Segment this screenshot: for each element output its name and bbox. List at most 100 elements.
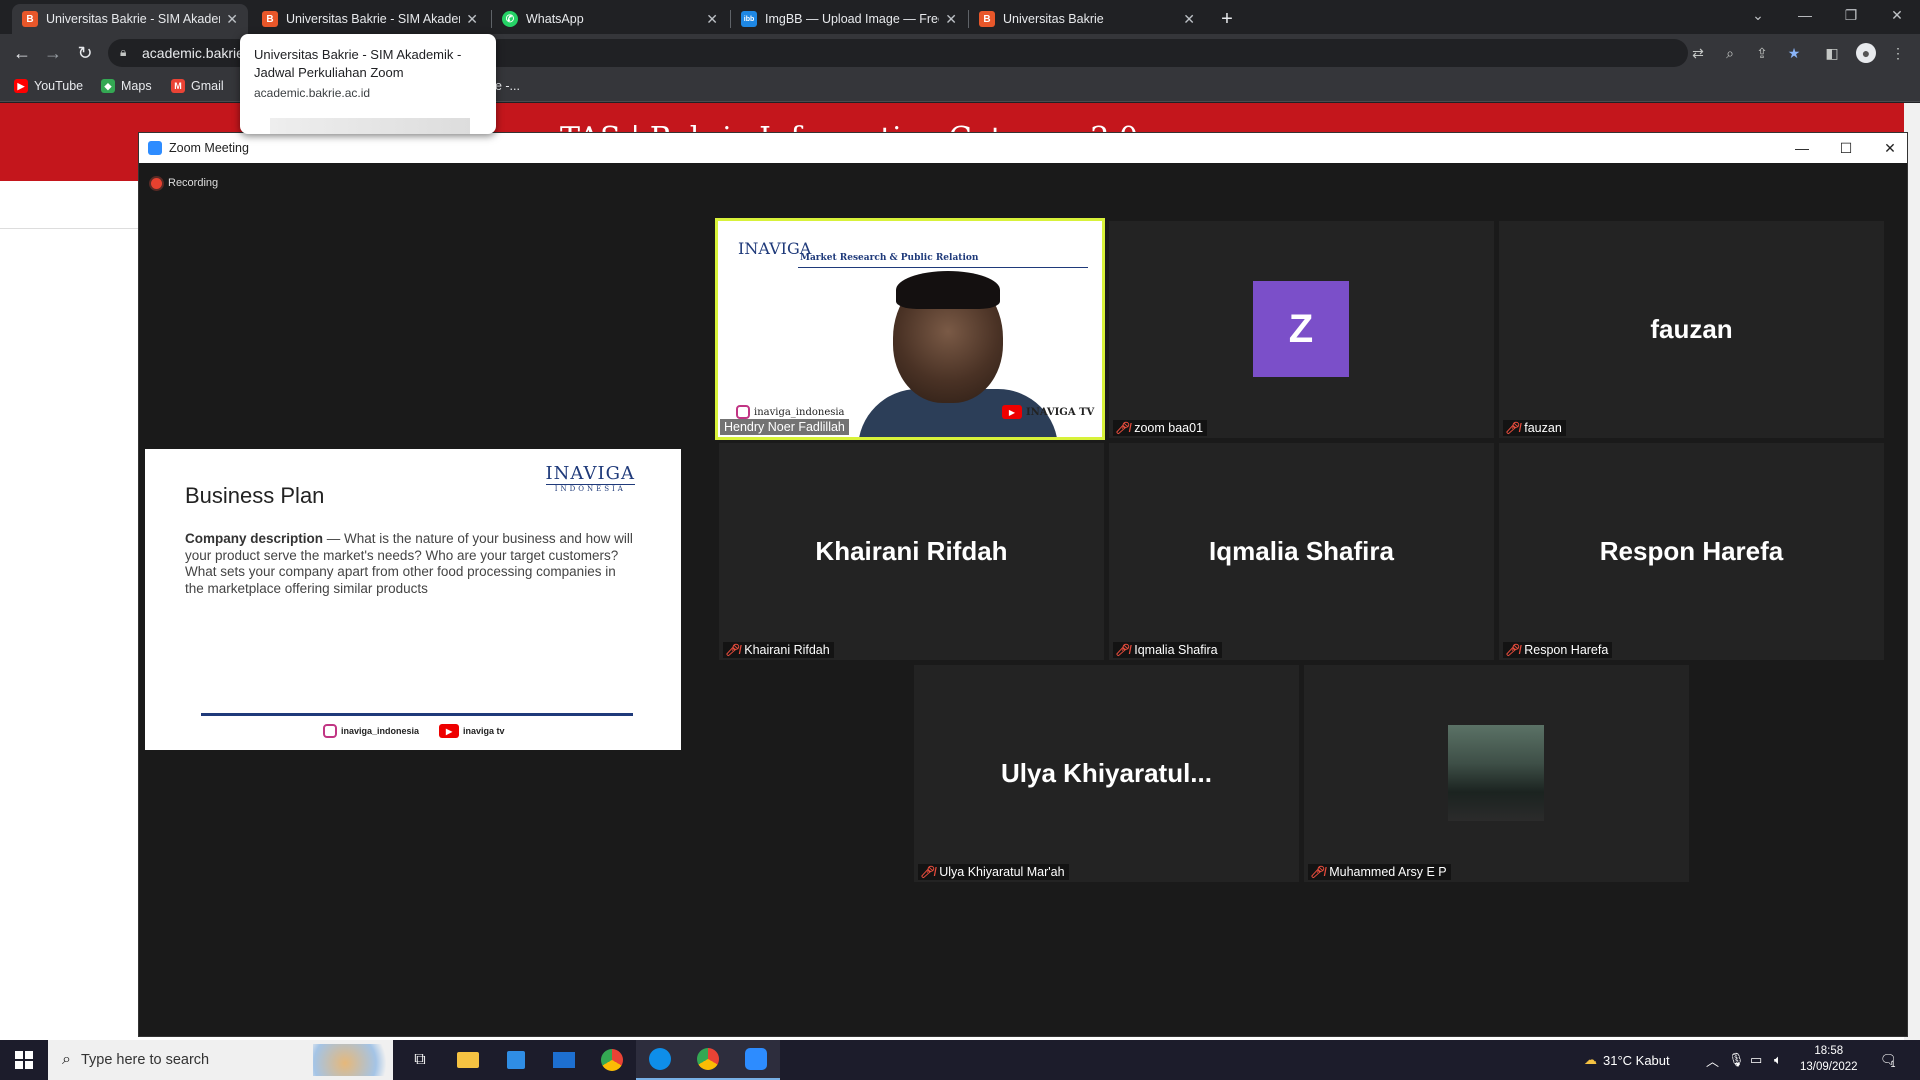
virtual-bg-line xyxy=(798,267,1088,268)
participant-tile[interactable]: Khairani Rifdah 🎤︎̸ Khairani Rifdah xyxy=(719,443,1104,660)
participant-name: fauzan xyxy=(1524,421,1562,435)
teamviewer-icon[interactable] xyxy=(636,1040,684,1080)
bookmark-maps[interactable]: ◆ Maps xyxy=(101,79,152,93)
recording-indicator[interactable]: Recording xyxy=(151,177,218,189)
youtube-icon: ▶ xyxy=(1002,405,1022,419)
zoom-meeting-window: Zoom Meeting — ☐ ✕ Recording Business Pl… xyxy=(138,132,1908,1037)
slide-title: Business Plan xyxy=(185,483,325,508)
zoom-maximize-icon[interactable]: ☐ xyxy=(1831,137,1861,159)
slide-footer: inaviga_indonesia ▶ inaviga tv xyxy=(323,724,505,738)
speaker-name-label: Hendry Noer Fadlillah xyxy=(720,419,849,435)
back-arrow-icon[interactable]: ← xyxy=(10,41,34,65)
browser-tab-strip: B Universitas Bakrie - SIM Akademik ✕ B … xyxy=(0,0,1920,34)
participant-name: Iqmalia Shafira xyxy=(1134,643,1218,657)
bookmark-youtube[interactable]: ▶ YouTube xyxy=(14,79,83,93)
windows-start-icon[interactable] xyxy=(0,1040,48,1080)
menu-kebab-icon[interactable]: ⋮ xyxy=(1888,43,1908,63)
search-placeholder: Type here to search xyxy=(80,1052,210,1068)
participant-name: Muhammed Arsy E P xyxy=(1329,865,1447,879)
bookmark-label: Maps xyxy=(121,79,152,93)
zoom-app-icon[interactable] xyxy=(732,1040,780,1080)
participant-display-name: Ulya Khiyaratul... xyxy=(1001,758,1212,788)
restore-icon[interactable]: ❐ xyxy=(1828,0,1874,30)
plus-icon: + xyxy=(1221,7,1233,30)
clock-date: 13/09/2022 xyxy=(1800,1061,1858,1073)
zoom-close-icon[interactable]: ✕ xyxy=(1875,137,1905,159)
slide-body-bold: Company description xyxy=(185,531,324,546)
weather-text: 31°C Kabut xyxy=(1603,1052,1670,1068)
microphone-icon[interactable]: 🎙︎ xyxy=(1728,1040,1745,1080)
mic-muted-icon: 🎤︎̸ xyxy=(1115,643,1131,657)
participant-display-name: fauzan xyxy=(1650,314,1733,344)
bookmark-label: Gmail xyxy=(191,79,224,93)
tab-title: Universitas Bakrie - SIM Akademik xyxy=(286,12,461,26)
youtube-icon: ▶ xyxy=(439,724,460,738)
tab-universitas-bakrie[interactable]: B Universitas Bakrie ✕ xyxy=(969,4,1205,34)
recording-dot-icon xyxy=(151,177,162,189)
close-tab-icon[interactable]: ✕ xyxy=(466,11,478,28)
share-icon[interactable]: ⇪ xyxy=(1752,43,1772,63)
mic-muted-icon: 🎤︎̸ xyxy=(920,865,936,879)
network-icon[interactable]: ▭ xyxy=(1750,1040,1762,1080)
tab-search-icon[interactable]: ⌄ xyxy=(1735,0,1781,30)
chrome-icon[interactable] xyxy=(588,1040,636,1080)
bookmark-star-icon[interactable]: ★ xyxy=(1784,43,1804,63)
microsoft-store-icon[interactable] xyxy=(492,1040,540,1080)
taskbar-search-box[interactable]: ⌕ Type here to search xyxy=(48,1040,393,1080)
close-window-icon[interactable]: ✕ xyxy=(1874,0,1920,30)
task-view-icon[interactable]: ⧉ xyxy=(396,1040,444,1080)
participant-tile[interactable]: Z 🎤︎̸ zoom baa01 xyxy=(1109,221,1494,438)
notification-center-icon[interactable]: 🗨︎ 1 xyxy=(1880,1040,1897,1080)
zoom-minimize-icon[interactable]: — xyxy=(1787,137,1817,159)
tab-imgbb[interactable]: ibb ImgBB — Upload Image — Free ✕ xyxy=(731,4,967,34)
tab-sim-akademik-2[interactable]: B Universitas Bakrie - SIM Akademik ✕ xyxy=(252,4,488,34)
participant-tile[interactable]: fauzan 🎤︎̸ fauzan xyxy=(1499,221,1884,438)
search-highlight-art xyxy=(313,1044,393,1076)
forward-arrow-icon[interactable]: → xyxy=(41,41,65,65)
bookmark-label: YouTube xyxy=(34,79,84,93)
youtube-icon: ▶ xyxy=(14,79,28,93)
participant-tile[interactable]: Ulya Khiyaratul... 🎤︎̸ Ulya Khiyaratul Ma… xyxy=(914,665,1299,882)
close-tab-icon[interactable]: ✕ xyxy=(945,11,957,28)
slide-footer-instagram: inaviga_indonesia xyxy=(341,726,420,736)
minimize-icon[interactable]: — xyxy=(1782,0,1828,30)
participant-label: 🎤︎̸ zoom baa01 xyxy=(1113,420,1208,436)
participant-name: Ulya Khiyaratul Mar'ah xyxy=(939,865,1065,879)
tab-title: Universitas Bakrie xyxy=(1003,12,1104,26)
bakrie-favicon-icon: B xyxy=(262,11,278,27)
close-tab-icon[interactable]: ✕ xyxy=(226,11,238,28)
participant-tile[interactable]: 🎤︎̸ Muhammed Arsy E P xyxy=(1304,665,1689,882)
translate-icon[interactable]: ⇄ xyxy=(1688,43,1708,63)
mail-icon[interactable] xyxy=(540,1040,588,1080)
participant-name: Respon Harefa xyxy=(1524,643,1609,657)
virtual-bg-instagram-text: inaviga_indonesia xyxy=(754,406,845,418)
reload-icon[interactable]: ↻ xyxy=(73,41,97,65)
tab-sim-akademik-1[interactable]: B Universitas Bakrie - SIM Akademik ✕ xyxy=(12,4,248,34)
zoom-icon[interactable]: ⌕ xyxy=(1720,43,1740,63)
logo-text: INAVIGA xyxy=(545,463,635,484)
imgbb-favicon-icon: ibb xyxy=(741,11,757,27)
profile-avatar[interactable]: ● xyxy=(1856,43,1876,63)
file-explorer-icon[interactable] xyxy=(444,1040,492,1080)
participant-tile[interactable]: Respon Harefa 🎤︎̸ Respon Harefa xyxy=(1499,443,1884,660)
volume-icon[interactable]: 🔈︎ xyxy=(1774,1040,1782,1080)
search-icon: ⌕ xyxy=(62,1051,71,1068)
bookmark-gmail[interactable]: M Gmail xyxy=(171,79,224,93)
participant-tile[interactable]: Iqmalia Shafira 🎤︎̸ Iqmalia Shafira xyxy=(1109,443,1494,660)
url-text[interactable]: academic.bakrie xyxy=(142,45,244,61)
tooltip-url: academic.bakrie.ac.id xyxy=(254,86,371,100)
recording-label: Recording xyxy=(168,177,219,189)
active-speaker-tile[interactable]: INAVIGA Market Research & Public Relatio… xyxy=(715,218,1105,440)
new-tab-button[interactable]: + xyxy=(1212,4,1242,34)
tray-overflow-icon[interactable]: ︿ xyxy=(1706,1040,1719,1080)
tab-title: ImgBB — Upload Image — Free xyxy=(765,12,940,26)
side-panel-icon[interactable]: ◧ xyxy=(1822,43,1842,63)
close-tab-icon[interactable]: ✕ xyxy=(706,11,718,28)
system-clock[interactable]: 18:58 13/09/2022 xyxy=(1800,1043,1858,1075)
close-tab-icon[interactable]: ✕ xyxy=(1183,11,1195,28)
tab-whatsapp[interactable]: ✆ WhatsApp ✕ xyxy=(492,4,728,34)
tooltip-thumbnail xyxy=(270,118,470,134)
weather-widget[interactable]: ☁ 31°C Kabut xyxy=(1584,1040,1670,1080)
mic-muted-icon: 🎤︎̸ xyxy=(1310,865,1326,879)
chrome-active-icon[interactable] xyxy=(684,1040,732,1080)
